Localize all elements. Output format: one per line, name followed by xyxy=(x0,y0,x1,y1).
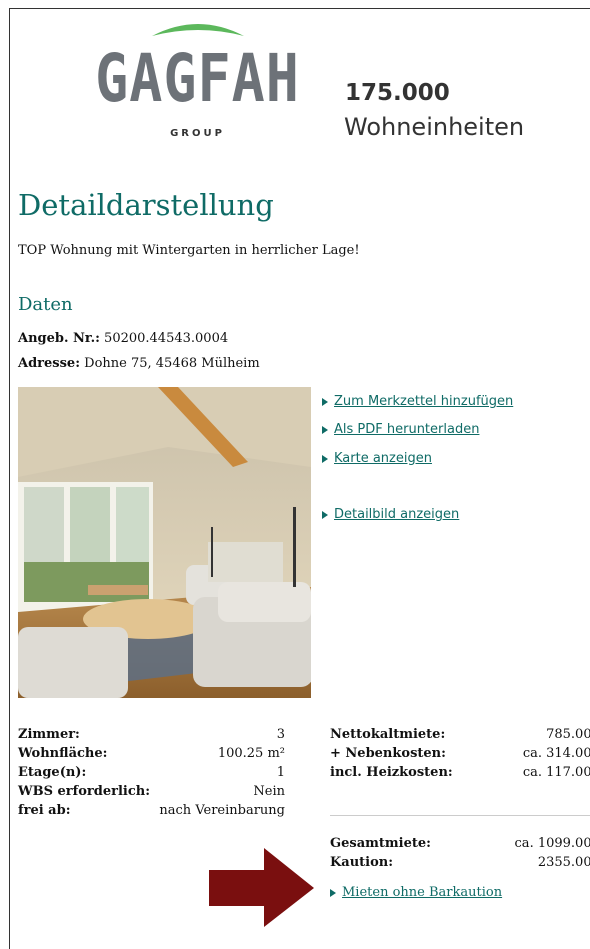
fact-label: Zimmer: xyxy=(18,727,80,742)
cost-label: incl. Heizkosten: xyxy=(330,765,453,780)
total-row: Gesamtmiete: ca. 1099.00 € xyxy=(330,836,590,855)
page-title: Detaildarstellung xyxy=(18,188,274,222)
logo-arc-icon xyxy=(152,24,244,36)
triangle-right-icon xyxy=(322,425,328,434)
costs-table: Nettokaltmiete: 785.00 € + Nebenkosten: ca… xyxy=(330,727,590,784)
listing-subtitle: TOP Wohnung mit Wintergarten in herrlich… xyxy=(18,243,360,258)
section-title-data: Daten xyxy=(18,294,73,315)
triangle-right-icon xyxy=(322,454,328,463)
address-row: Adresse: Dohne 75, 45468 Mülheim xyxy=(18,356,260,371)
fact-value: 3 xyxy=(276,727,285,742)
total-label: Gesamtmiete: xyxy=(330,836,431,851)
cost-row: Nettokaltmiete: 785.00 € xyxy=(330,727,590,746)
fact-row: Wohnfläche: 100.25 m² xyxy=(18,746,285,765)
costs-divider xyxy=(330,815,590,816)
units-count: 175.000 xyxy=(345,80,450,106)
offer-number-row: Angeb. Nr.: 50200.44543.0004 xyxy=(18,331,228,346)
cost-label: + Nebenkosten: xyxy=(330,746,446,761)
triangle-right-icon xyxy=(322,397,328,406)
cost-row: incl. Heizkosten: ca. 117.00 € xyxy=(330,765,590,784)
red-arrow-icon xyxy=(209,848,314,927)
link-add-to-watchlist[interactable]: Zum Merkzettel hinzufügen xyxy=(322,394,513,409)
offer-number-label: Angeb. Nr.: xyxy=(18,331,100,346)
cost-value: 785.00 € xyxy=(546,727,590,742)
cost-row: + Nebenkosten: ca. 314.00 € xyxy=(330,746,590,765)
facts-table: Zimmer: 3 Wohnfläche: 100.25 m² Etage(n): 1… xyxy=(18,727,285,822)
link-show-map-label[interactable]: Karte anzeigen xyxy=(334,451,432,466)
gagfah-logo[interactable]: GAGFAH GROUP xyxy=(90,18,305,139)
fact-label: WBS erforderlich: xyxy=(18,784,150,799)
fact-label: Etage(n): xyxy=(18,765,87,780)
fact-value: 1 xyxy=(276,765,285,780)
units-label: Wohneinheiten xyxy=(344,113,525,141)
logo-wordmark: GAGFAH xyxy=(95,40,300,117)
total-label: Kaution: xyxy=(330,855,394,870)
fact-value: Nein xyxy=(253,784,285,799)
triangle-right-icon xyxy=(322,510,328,519)
fact-value: nach Vereinbarung xyxy=(159,803,285,818)
logo-subtitle: GROUP xyxy=(170,128,225,139)
link-add-to-watchlist-label[interactable]: Zum Merkzettel hinzufügen xyxy=(334,394,513,409)
apartment-photo[interactable] xyxy=(18,387,311,698)
fact-row: frei ab: nach Vereinbarung xyxy=(18,803,285,822)
cost-label: Nettokaltmiete: xyxy=(330,727,446,742)
totals-table: Gesamtmiete: ca. 1099.00 € Kaution: 2355.0… xyxy=(330,836,590,874)
total-value: 2355.00 € xyxy=(537,855,590,870)
fact-row: Zimmer: 3 xyxy=(18,727,285,746)
fact-label: frei ab: xyxy=(18,803,71,818)
link-show-detail-image-label[interactable]: Detailbild anzeigen xyxy=(334,507,459,522)
fact-value: 100.25 m² xyxy=(217,746,285,761)
address-label: Adresse: xyxy=(18,356,81,371)
offer-number-value: 50200.44543.0004 xyxy=(104,331,229,346)
cost-value: ca. 117.00 € xyxy=(522,765,590,780)
link-show-detail-image[interactable]: Detailbild anzeigen xyxy=(322,507,459,522)
total-row: Kaution: 2355.00 € xyxy=(330,855,590,874)
address-value: Dohne 75, 45468 Mülheim xyxy=(84,356,260,371)
link-download-pdf[interactable]: Als PDF herunterladen xyxy=(322,422,479,437)
total-value: ca. 1099.00 € xyxy=(514,836,590,851)
fact-row: Etage(n): 1 xyxy=(18,765,285,784)
link-rent-without-deposit[interactable]: Mieten ohne Barkaution xyxy=(330,885,502,900)
fact-row: WBS erforderlich: Nein xyxy=(18,784,285,803)
link-rent-without-deposit-label[interactable]: Mieten ohne Barkaution xyxy=(342,885,502,900)
triangle-right-icon xyxy=(330,888,336,897)
cost-value: ca. 314.00 € xyxy=(522,746,590,761)
fact-label: Wohnfläche: xyxy=(18,746,108,761)
link-show-map[interactable]: Karte anzeigen xyxy=(322,451,432,466)
link-download-pdf-label[interactable]: Als PDF herunterladen xyxy=(334,422,479,437)
